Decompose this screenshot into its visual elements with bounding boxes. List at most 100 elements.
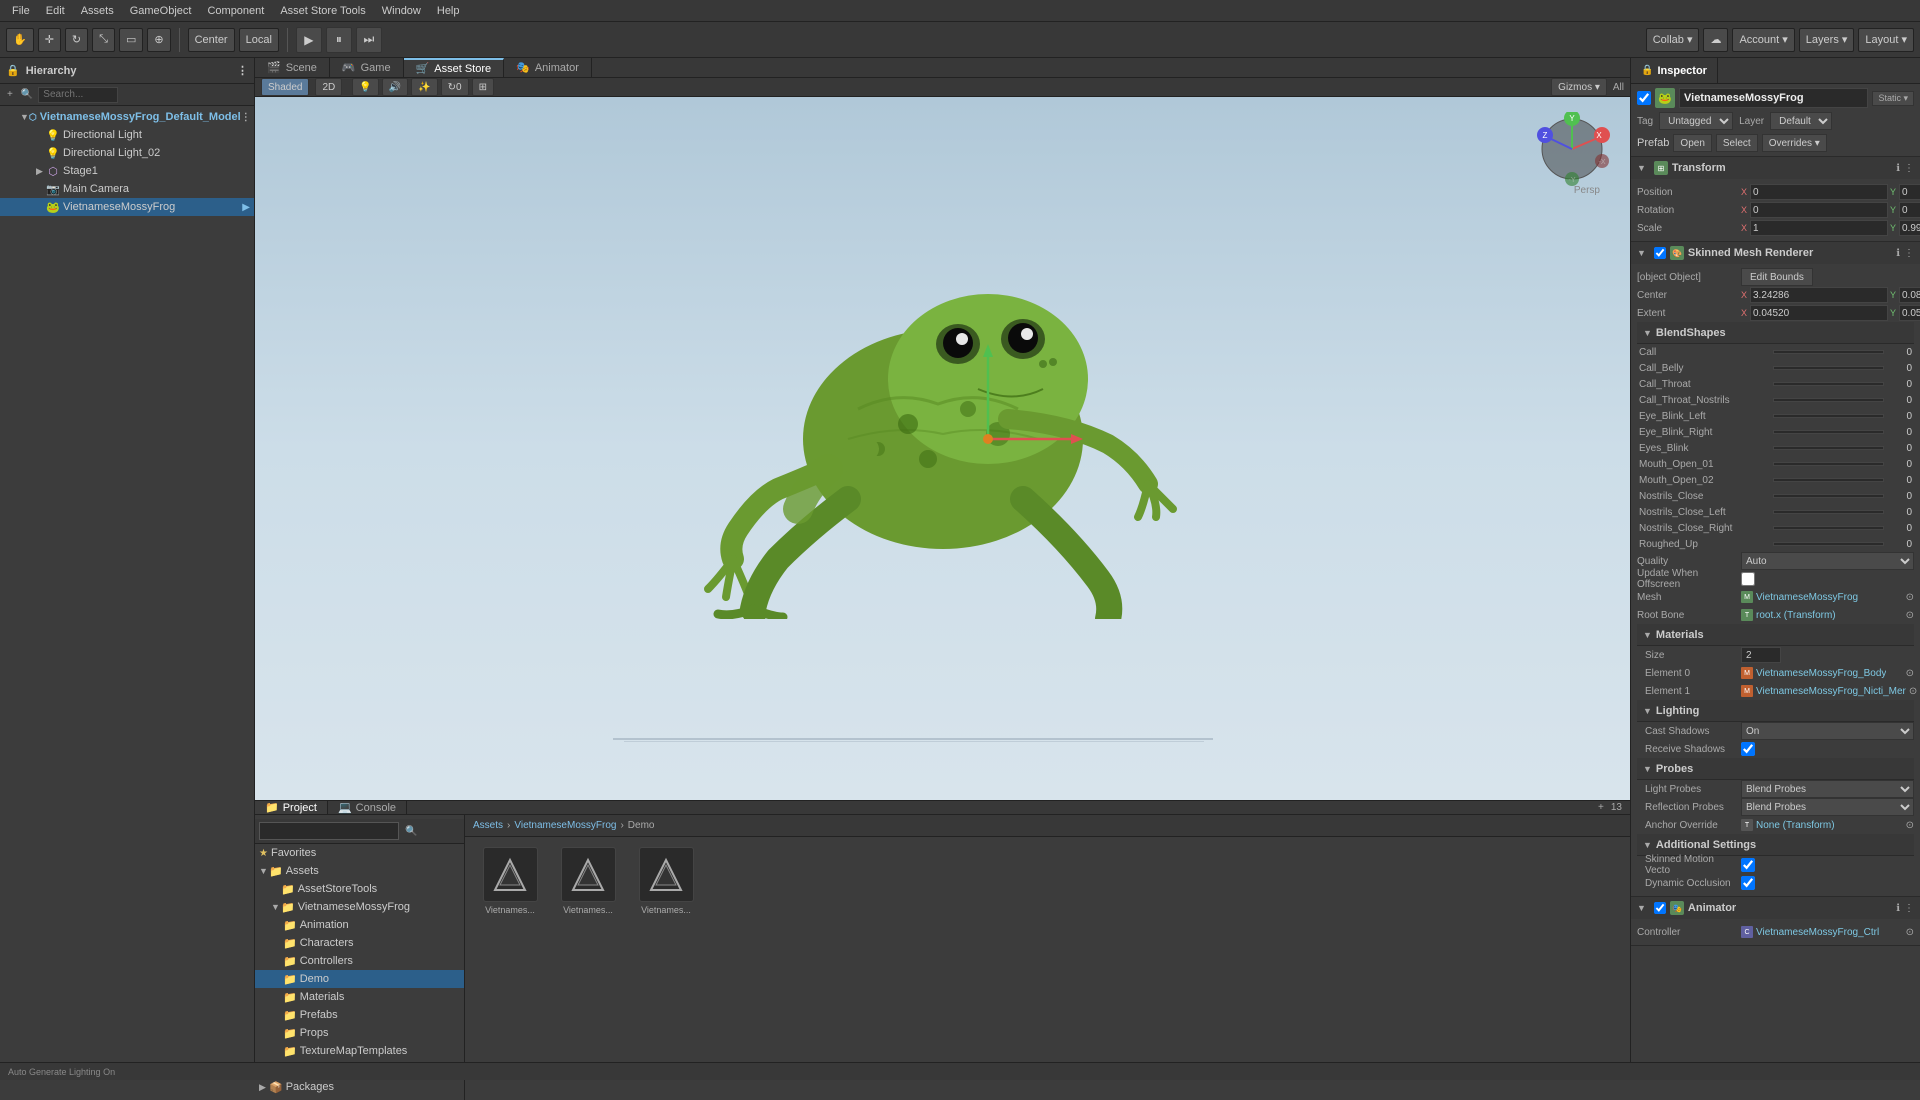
hierarchy-menu-icon[interactable]: ⋮ <box>237 64 248 77</box>
asset-item-0[interactable]: Vietnames... <box>475 847 545 915</box>
menu-window[interactable]: Window <box>374 3 429 19</box>
blend-shape-slider[interactable] <box>1773 510 1884 514</box>
space-toggle[interactable]: Local <box>239 28 279 52</box>
pos-y-input[interactable] <box>1899 184 1920 200</box>
ex-input[interactable] <box>1750 305 1888 321</box>
asset-item-1[interactable]: Vietnames... <box>553 847 623 915</box>
blend-shape-slider[interactable] <box>1773 478 1884 482</box>
pos-x-input[interactable] <box>1750 184 1888 200</box>
animator-header[interactable]: ▼ 🎭 Animator ℹ ⋮ <box>1631 897 1920 919</box>
gizmo-widget[interactable]: X Y Z -X -Y <box>1535 112 1610 187</box>
scene-grid-btn[interactable]: ⊞ <box>472 78 494 96</box>
hierarchy-scene-root[interactable]: ▼ ⬡ VietnameseMossyFrog_Default_Model ⋮ <box>0 108 254 126</box>
tool-hand[interactable]: ✋ <box>6 28 34 52</box>
rot-y-input[interactable] <box>1899 202 1920 218</box>
tool-scale[interactable]: ⤡ <box>92 28 115 52</box>
mesh-ref-select[interactable]: ⊙ <box>1906 592 1914 603</box>
select-btn[interactable]: Select <box>1716 134 1758 152</box>
scale-x-input[interactable] <box>1750 220 1888 236</box>
blend-shape-slider[interactable] <box>1773 382 1884 386</box>
menu-edit[interactable]: Edit <box>38 3 73 19</box>
mat-elem1-select[interactable]: ⊙ <box>1909 686 1917 697</box>
hierarchy-search-input[interactable] <box>38 87 118 103</box>
menu-component[interactable]: Component <box>199 3 272 19</box>
transform-header[interactable]: ▼ ⊞ Transform ℹ ⋮ <box>1631 157 1920 179</box>
anim-menu-icon[interactable]: ⋮ <box>1904 903 1914 914</box>
tab-console[interactable]: 💻 Console <box>328 801 407 814</box>
tree-item-demo[interactable]: 📁 Demo <box>255 970 464 988</box>
tree-item-props[interactable]: 📁 Props <box>255 1024 464 1042</box>
obj-active-checkbox[interactable] <box>1637 91 1651 105</box>
scene-audio-btn[interactable]: 🔊 <box>382 78 408 96</box>
anim-enable-checkbox[interactable] <box>1654 902 1666 914</box>
reflection-probes-select[interactable]: Blend Probes <box>1741 798 1914 816</box>
tab-scene[interactable]: 🎬 Scene <box>255 58 330 77</box>
blend-shape-slider[interactable] <box>1773 398 1884 402</box>
tree-item-characters[interactable]: 📁 Characters <box>255 934 464 952</box>
mode-2d-btn[interactable]: 2D <box>315 78 342 96</box>
hierarchy-search-btn[interactable]: 🔍 <box>18 88 36 101</box>
layers-button[interactable]: Layers ▾ <box>1799 28 1855 52</box>
quality-select[interactable]: Auto <box>1741 552 1914 570</box>
bottom-add-btn[interactable]: + <box>1595 801 1607 814</box>
inspector-tab[interactable]: 🔒 Inspector <box>1631 58 1718 83</box>
layer-select[interactable]: Default <box>1770 112 1832 130</box>
shading-btn[interactable]: Shaded <box>261 78 309 96</box>
menu-assetstoretools[interactable]: Asset Store Tools <box>272 3 373 19</box>
play-button[interactable]: ▶ <box>296 27 322 53</box>
open-btn[interactable]: Open <box>1673 134 1711 152</box>
ey-input[interactable] <box>1899 305 1920 321</box>
menu-gameobject[interactable]: GameObject <box>122 3 200 19</box>
tree-item-prefabs[interactable]: 📁 Prefabs <box>255 1006 464 1024</box>
mat-elem0-select[interactable]: ⊙ <box>1906 668 1914 679</box>
menu-help[interactable]: Help <box>429 3 468 19</box>
blend-shape-slider[interactable] <box>1773 350 1884 354</box>
blend-shape-slider[interactable] <box>1773 446 1884 450</box>
smr-menu-icon[interactable]: ⋮ <box>1904 248 1914 259</box>
anim-info-icon[interactable]: ℹ <box>1896 903 1900 914</box>
receive-shadows-checkbox[interactable] <box>1741 742 1755 756</box>
gizmos-btn[interactable]: Gizmos ▾ <box>1551 78 1607 96</box>
cx-input[interactable] <box>1750 287 1888 303</box>
materials-header[interactable]: ▼ Materials <box>1637 624 1914 646</box>
asset-item-2[interactable]: Vietnames... <box>631 847 701 915</box>
menu-assets[interactable]: Assets <box>73 3 122 19</box>
update-offscreen-checkbox[interactable] <box>1741 572 1755 586</box>
rot-x-input[interactable] <box>1750 202 1888 218</box>
tab-game[interactable]: 🎮 Game <box>330 58 404 77</box>
dynamic-occlusion-checkbox[interactable] <box>1741 876 1755 890</box>
hierarchy-item-frog[interactable]: 🐸 VietnameseMossyFrog ▶ <box>0 198 254 216</box>
hierarchy-item-camera[interactable]: 📷 Main Camera <box>0 180 254 198</box>
tag-select[interactable]: Untagged <box>1659 112 1733 130</box>
tree-item-controllers[interactable]: 📁 Controllers <box>255 952 464 970</box>
blend-shape-slider[interactable] <box>1773 462 1884 466</box>
breadcrumb-vn[interactable]: VietnameseMossyFrog <box>514 820 616 831</box>
tree-item-favorites[interactable]: ★ Favorites <box>255 844 464 862</box>
layout-button[interactable]: Layout ▾ <box>1858 28 1914 52</box>
tool-transform[interactable]: ⊕ <box>147 28 170 52</box>
overrides-btn[interactable]: Overrides ▾ <box>1762 134 1827 152</box>
smr-info-icon[interactable]: ℹ <box>1896 248 1900 259</box>
probes-header[interactable]: ▼ Probes <box>1637 758 1914 780</box>
cy-input[interactable] <box>1899 287 1920 303</box>
scene-rotation-btn[interactable]: ↻0 <box>441 78 469 96</box>
pivot-toggle[interactable]: Center <box>188 28 235 52</box>
tab-animator[interactable]: 🎭 Animator <box>504 58 592 77</box>
blend-shape-slider[interactable] <box>1773 430 1884 434</box>
scene-fx-btn[interactable]: ✨ <box>411 78 437 96</box>
collab-button[interactable]: Collab ▾ <box>1646 28 1700 52</box>
rootbone-ref-select[interactable]: ⊙ <box>1906 610 1914 621</box>
additional-header[interactable]: ▼ Additional Settings <box>1637 834 1914 856</box>
obj-name-input[interactable] <box>1679 88 1868 108</box>
skinned-mesh-header[interactable]: ▼ 🎨 Skinned Mesh Renderer ℹ ⋮ <box>1631 242 1920 264</box>
breadcrumb-assets[interactable]: Assets <box>473 820 503 831</box>
pause-button[interactable]: ⏸ <box>326 27 352 53</box>
tree-item-vietnamesemossyfrog[interactable]: ▼ 📁 VietnameseMossyFrog <box>255 898 464 916</box>
light-probes-select[interactable]: Blend Probes <box>1741 780 1914 798</box>
tool-rect[interactable]: ▭ <box>119 28 143 52</box>
controller-select[interactable]: ⊙ <box>1906 927 1914 938</box>
static-badge[interactable]: Static ▾ <box>1872 91 1914 106</box>
transform-menu-icon[interactable]: ⋮ <box>1904 163 1914 174</box>
account-button[interactable]: Account ▾ <box>1732 28 1794 52</box>
scene-light-btn[interactable]: 💡 <box>352 78 378 96</box>
